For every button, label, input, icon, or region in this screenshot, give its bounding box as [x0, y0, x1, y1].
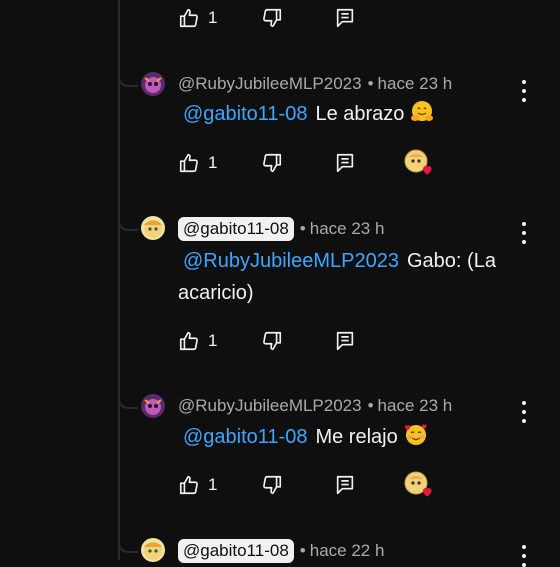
- like-count: 1: [208, 8, 218, 27]
- reply-button[interactable]: [334, 7, 356, 29]
- timestamp[interactable]: hace 23 h: [378, 396, 453, 416]
- thumbs-up-icon: [178, 152, 200, 174]
- thumbs-down-icon: [261, 474, 283, 496]
- thumbs-up-icon: [178, 330, 200, 352]
- thumbs-up-icon: [178, 474, 200, 496]
- thumbs-down-icon: [261, 7, 283, 29]
- reply-header: @gabito11-08 • hace 22 h: [178, 539, 384, 563]
- thread-elbow: [118, 215, 138, 231]
- reply-icon: [334, 330, 356, 352]
- thumbs-up-icon: [178, 7, 200, 29]
- thread-elbow: [118, 71, 138, 87]
- reply-icon: [334, 7, 356, 29]
- smiling-face-with-hearts-emoji: [404, 423, 428, 457]
- dot: [522, 80, 526, 84]
- like-count: 1: [208, 475, 218, 494]
- separator: •: [299, 541, 306, 560]
- avatar-image: [141, 394, 165, 418]
- dot: [522, 545, 526, 549]
- hugging-face-emoji: [410, 100, 434, 134]
- dot: [522, 231, 526, 235]
- more-options-button[interactable]: [515, 545, 533, 567]
- like-button[interactable]: 1: [178, 474, 217, 496]
- action-row: 1: [178, 330, 458, 352]
- separator: •: [299, 219, 306, 238]
- dot: [522, 240, 526, 244]
- dot: [522, 419, 526, 423]
- reply-button[interactable]: [334, 474, 356, 496]
- thread-line: [118, 0, 120, 560]
- timestamp[interactable]: hace 22 h: [310, 541, 385, 561]
- dislike-button[interactable]: [261, 474, 283, 496]
- thread-elbow: [118, 537, 138, 553]
- more-options-button[interactable]: [515, 401, 533, 423]
- thread-elbow: [118, 393, 138, 409]
- like-button[interactable]: 1: [178, 7, 217, 29]
- dislike-button[interactable]: [261, 152, 283, 174]
- comment-text: @gabito11-08 Me relajo: [178, 421, 518, 457]
- dislike-button[interactable]: [261, 7, 283, 29]
- like-count: 1: [208, 331, 218, 350]
- like-button[interactable]: 1: [178, 330, 217, 352]
- avatar[interactable]: [141, 216, 165, 240]
- avatar-image: [141, 538, 165, 562]
- comment-text: @RubyJubileeMLP2023 Gabo: (La acaricio): [178, 245, 518, 309]
- action-row: 1: [178, 152, 458, 174]
- dot: [522, 554, 526, 558]
- comment-body: Me relajo: [315, 426, 398, 448]
- dislike-button[interactable]: [261, 330, 283, 352]
- dot: [522, 89, 526, 93]
- dot: [522, 410, 526, 414]
- dot: [522, 401, 526, 405]
- mention-link[interactable]: @gabito11-08: [183, 426, 307, 448]
- dot: [522, 563, 526, 567]
- like-count: 1: [208, 153, 218, 172]
- timestamp[interactable]: hace 23 h: [310, 219, 385, 239]
- action-row: 1: [178, 7, 458, 29]
- reply-icon: [334, 474, 356, 496]
- reply-header: @RubyJubileeMLP2023 • hace 23 h: [178, 396, 452, 416]
- reply-header: @RubyJubileeMLP2023 • hace 23 h: [178, 74, 452, 94]
- reply-icon: [334, 152, 356, 174]
- mention-link[interactable]: @RubyJubileeMLP2023: [183, 250, 399, 272]
- reply-button[interactable]: [334, 152, 356, 174]
- thumbs-down-icon: [261, 152, 283, 174]
- like-button[interactable]: 1: [178, 152, 217, 174]
- avatar-image: [141, 72, 165, 96]
- mention-link[interactable]: @gabito11-08: [183, 103, 307, 125]
- avatar[interactable]: [141, 394, 165, 418]
- reply-button[interactable]: [334, 330, 356, 352]
- dot: [522, 222, 526, 226]
- dot: [522, 98, 526, 102]
- timestamp[interactable]: hace 23 h: [378, 74, 453, 94]
- comment-text: @gabito11-08 Le abrazo: [178, 98, 518, 134]
- reply-header: @gabito11-08 • hace 23 h: [178, 217, 384, 241]
- avatar[interactable]: [141, 72, 165, 96]
- more-options-button[interactable]: [515, 222, 533, 244]
- comment-body: Le abrazo: [315, 103, 405, 125]
- separator: •: [367, 396, 374, 415]
- action-row: 1: [178, 474, 458, 496]
- author-name[interactable]: @RubyJubileeMLP2023: [178, 74, 362, 94]
- author-name[interactable]: @gabito11-08: [178, 539, 294, 563]
- thumbs-down-icon: [261, 330, 283, 352]
- creator-heart-icon: [404, 149, 434, 177]
- author-name[interactable]: @RubyJubileeMLP2023: [178, 396, 362, 416]
- avatar[interactable]: [141, 538, 165, 562]
- creator-heart-icon: [404, 471, 434, 499]
- separator: •: [367, 74, 374, 93]
- avatar-image: [141, 216, 165, 240]
- author-name[interactable]: @gabito11-08: [178, 217, 294, 241]
